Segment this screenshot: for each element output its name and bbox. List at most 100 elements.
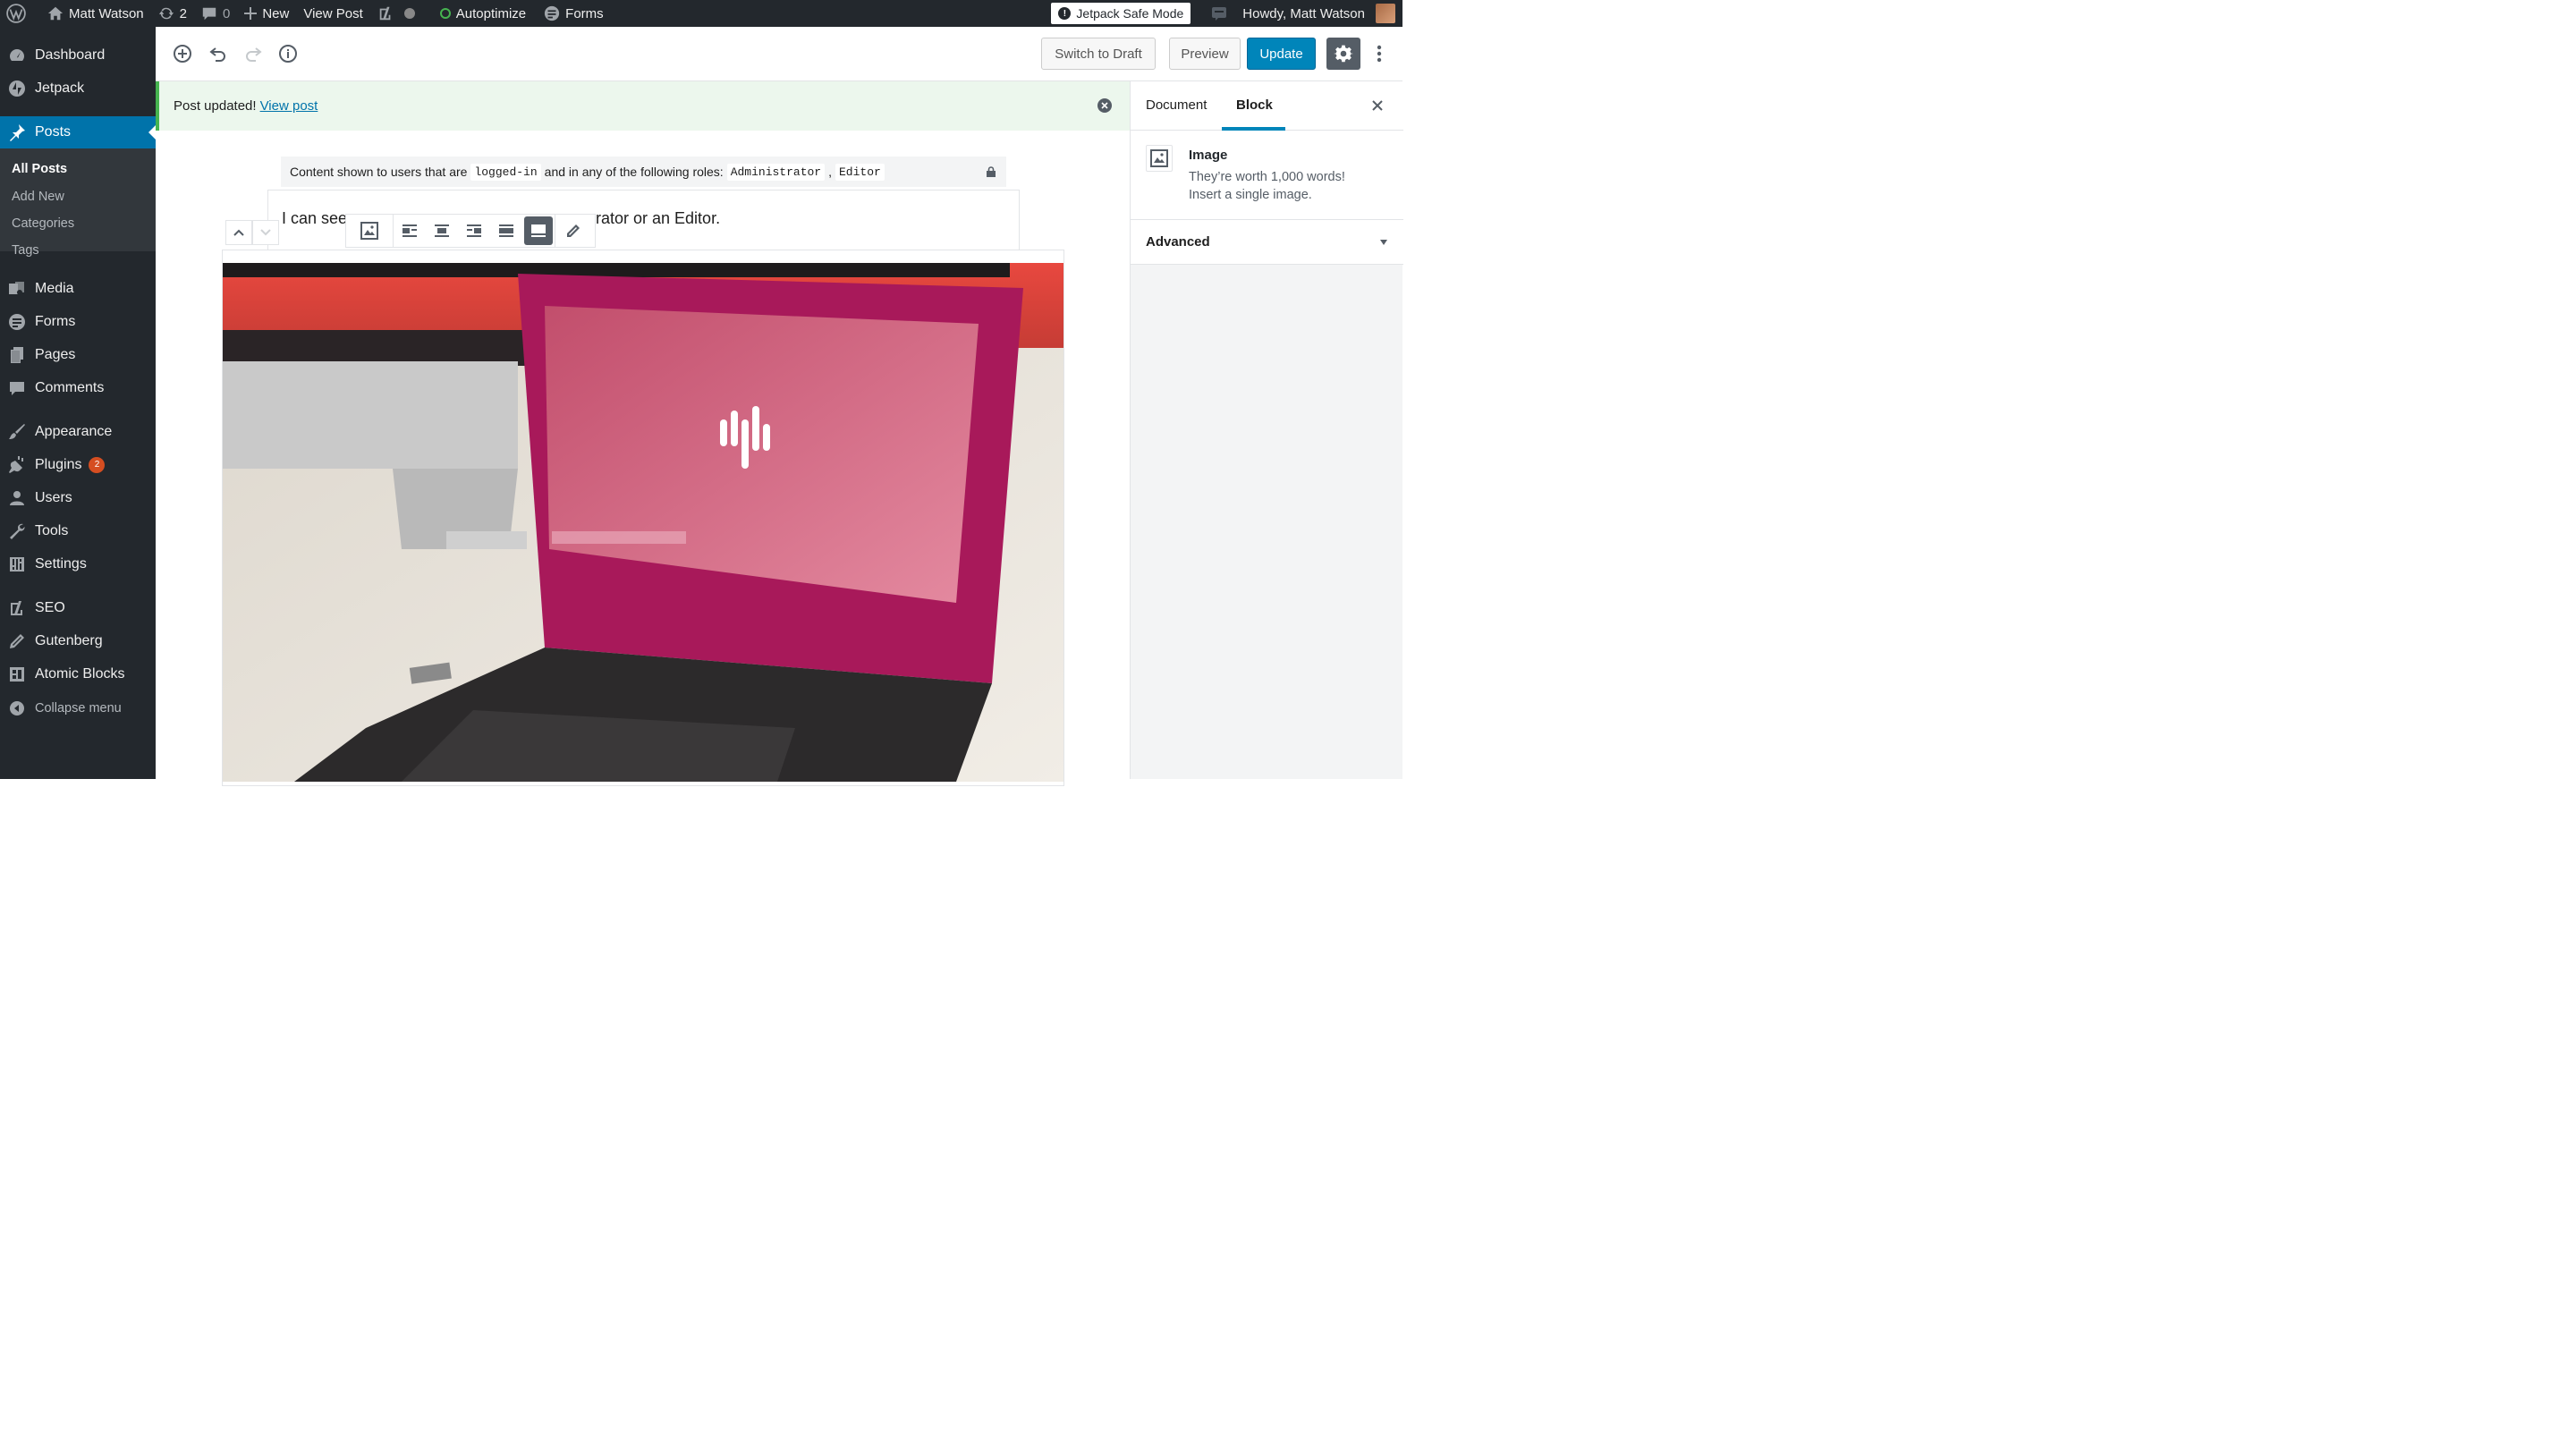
new-content-link[interactable]: New xyxy=(237,0,296,27)
wordpress-logo-icon[interactable] xyxy=(0,0,33,27)
sidebar-item-appearance[interactable]: Appearance xyxy=(0,415,156,448)
autoptimize-status-icon xyxy=(439,8,451,19)
submenu-item-categories[interactable]: Categories xyxy=(12,216,74,231)
refresh-icon xyxy=(158,7,174,20)
updates-link[interactable]: 2 xyxy=(151,0,194,27)
align-right-button[interactable] xyxy=(458,215,490,247)
forms-link[interactable]: Forms xyxy=(537,0,611,27)
sidebar-item-users[interactable]: Users xyxy=(0,481,156,514)
content-info-button[interactable] xyxy=(277,43,299,64)
move-block-up-button[interactable] xyxy=(225,220,252,245)
view-post-link[interactable]: View Post xyxy=(296,0,369,27)
image-block[interactable] xyxy=(222,250,1064,786)
collapse-menu-button[interactable]: Collapse menu xyxy=(0,691,156,724)
sidebar-item-gutenberg[interactable]: Gutenberg xyxy=(0,624,156,657)
autoptimize-link[interactable]: Autoptimize xyxy=(433,0,533,27)
block-card-description-1: They’re worth 1,000 words! xyxy=(1189,170,1345,184)
my-account-link[interactable]: Howdy, Matt Watson xyxy=(1235,0,1402,27)
yoast-icon xyxy=(8,599,26,617)
comments-link[interactable]: 0 xyxy=(194,0,237,27)
sidebar-item-label: Dashboard xyxy=(35,47,106,63)
pencil-icon xyxy=(567,224,580,237)
sidebar-item-jetpack[interactable]: Jetpack xyxy=(0,72,156,105)
caret-down-icon xyxy=(1380,240,1387,245)
sidebar-item-label: Media xyxy=(35,280,74,296)
plus-icon xyxy=(244,7,258,20)
sidebar-item-comments[interactable]: Comments xyxy=(0,371,156,404)
align-right-icon xyxy=(467,224,481,237)
paragraph-text-end[interactable]: rator or an Editor. xyxy=(596,209,720,228)
jetpack-safe-mode-button[interactable]: ! Jetpack Safe Mode xyxy=(1051,3,1191,24)
sidebar-item-label: Forms xyxy=(35,313,76,329)
paragraph-text-start[interactable]: I can see xyxy=(282,209,347,228)
submenu-item-all-posts[interactable]: All Posts xyxy=(12,162,67,176)
yoast-seo-link[interactable] xyxy=(370,0,422,27)
role-editor: Editor xyxy=(835,163,885,181)
full-width-button[interactable] xyxy=(524,216,553,245)
notice-dismiss-button[interactable] xyxy=(1097,98,1112,113)
advanced-panel-toggle[interactable]: Advanced xyxy=(1131,220,1403,265)
comments-icon xyxy=(8,379,26,397)
more-vertical-icon xyxy=(1377,45,1382,63)
submenu-item-tags[interactable]: Tags xyxy=(12,243,39,258)
wide-width-icon xyxy=(499,224,513,237)
block-type-switcher[interactable] xyxy=(346,215,393,247)
sidebar-item-media[interactable]: Media xyxy=(0,272,156,305)
close-icon xyxy=(1101,102,1108,109)
align-center-icon xyxy=(435,224,449,237)
sidebar-item-pages[interactable]: Pages xyxy=(0,338,156,371)
chevron-up-icon xyxy=(233,229,244,236)
sidebar-item-tools[interactable]: Tools xyxy=(0,514,156,547)
sidebar-item-seo[interactable]: SEO xyxy=(0,591,156,624)
sidebar-item-label: Posts xyxy=(35,124,72,140)
plug-icon xyxy=(8,455,26,474)
new-label: New xyxy=(262,5,290,21)
submenu-item-add-new[interactable]: Add New xyxy=(12,190,64,204)
paintbrush-icon xyxy=(8,423,26,441)
sidebar-item-settings[interactable]: Settings xyxy=(0,547,156,580)
redo-icon xyxy=(246,47,262,62)
success-notice: Post updated! View post xyxy=(156,81,1130,131)
redo-button[interactable] xyxy=(242,43,264,64)
preview-button[interactable]: Preview xyxy=(1169,38,1241,70)
align-center-button[interactable] xyxy=(426,215,458,247)
undo-button[interactable] xyxy=(208,43,229,64)
tab-block[interactable]: Block xyxy=(1236,97,1273,113)
site-name-link[interactable]: Matt Watson xyxy=(40,0,151,27)
autoptimize-label: Autoptimize xyxy=(455,5,527,21)
notifications-link[interactable] xyxy=(1203,0,1235,27)
full-width-icon xyxy=(531,224,546,237)
media-icon xyxy=(8,280,26,298)
sidebar-item-label: Settings xyxy=(35,555,87,572)
sidebar-item-label: Gutenberg xyxy=(35,632,103,648)
add-block-button[interactable] xyxy=(172,43,193,64)
sidebar-item-posts[interactable]: Posts xyxy=(0,116,156,148)
edit-image-button[interactable] xyxy=(555,215,591,247)
view-post-link[interactable]: View post xyxy=(260,98,318,114)
close-settings-button[interactable] xyxy=(1372,100,1383,111)
tab-document[interactable]: Document xyxy=(1146,97,1207,113)
sidebar-item-label: Atomic Blocks xyxy=(35,665,125,682)
seo-status-dot-icon xyxy=(403,8,415,19)
move-block-down-button[interactable] xyxy=(252,220,279,245)
wide-width-button[interactable] xyxy=(490,215,522,247)
admin-bar: Matt Watson 2 0 New View Post Autoptimiz… xyxy=(0,0,1402,27)
sidebar-item-label: Users xyxy=(35,489,72,505)
sidebar-item-atomic-blocks[interactable]: Atomic Blocks xyxy=(0,657,156,690)
forms-label: Forms xyxy=(565,5,604,21)
dashboard-icon xyxy=(8,47,26,64)
lock-icon xyxy=(987,166,996,177)
sidebar-item-dashboard[interactable]: Dashboard xyxy=(0,38,156,72)
sidebar-item-forms[interactable]: Forms xyxy=(0,305,156,338)
align-left-button[interactable] xyxy=(394,215,426,247)
more-options-button[interactable] xyxy=(1374,43,1385,64)
settings-toggle-button[interactable] xyxy=(1326,38,1360,70)
updates-count: 2 xyxy=(179,5,187,21)
switch-to-draft-button[interactable]: Switch to Draft xyxy=(1041,38,1156,70)
align-left-icon xyxy=(402,224,417,237)
sidebar-item-plugins[interactable]: Plugins 2 xyxy=(0,448,156,481)
info-icon xyxy=(279,45,297,63)
collapse-arrow-icon xyxy=(8,699,26,717)
yoast-icon xyxy=(379,6,391,21)
update-button[interactable]: Update xyxy=(1247,38,1316,70)
